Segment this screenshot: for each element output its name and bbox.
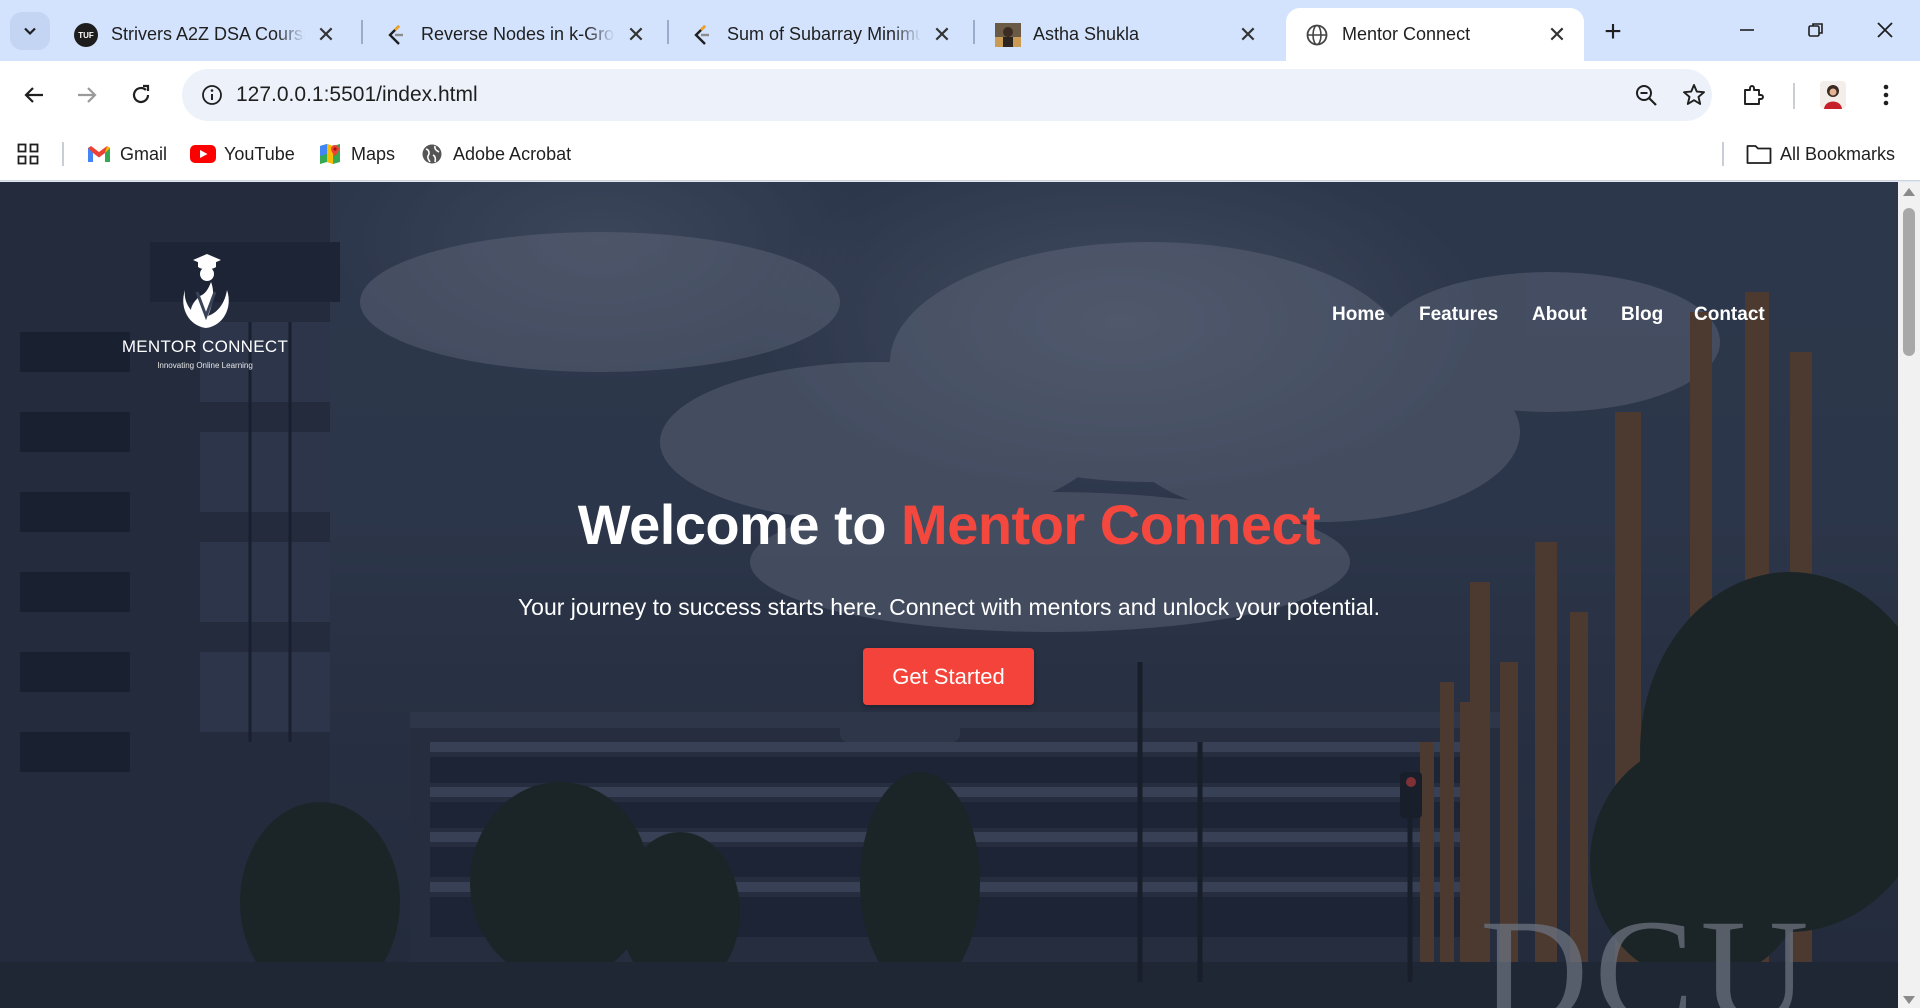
bookmarks-divider [62,142,64,166]
bookmark-maps[interactable]: Maps [317,138,395,170]
tab-divider [667,20,669,44]
scrollbar-thumb[interactable] [1903,208,1915,356]
get-started-button[interactable]: Get Started [863,648,1034,705]
bookmark-star-icon[interactable] [1676,77,1712,113]
leetcode-icon [689,22,715,48]
tab-divider [361,20,363,44]
tuf-icon: TUF [73,22,99,48]
bookmarks-divider [1722,142,1724,166]
close-icon[interactable]: ✕ [313,22,339,48]
close-icon[interactable]: ✕ [929,22,955,48]
site-info-icon[interactable] [194,77,230,113]
all-bookmarks-button[interactable]: All Bookmarks [1746,138,1895,170]
bookmark-label: YouTube [224,143,295,164]
bookmark-youtube[interactable]: YouTube [190,138,295,170]
tab-divider [973,20,975,44]
globe-icon [419,141,445,167]
forward-button[interactable] [65,73,109,117]
restore-button[interactable] [1783,8,1849,52]
logo-tagline: Innovating Online Learning [157,361,253,370]
maps-icon [317,141,343,167]
nav-contact[interactable]: Contact [1694,300,1765,330]
bookmark-label: Gmail [120,143,168,164]
address-bar[interactable]: 127.0.0.1:5501/index.html [182,69,1712,121]
tab-astha-shukla[interactable]: Astha Shukla ✕ [977,8,1275,61]
folder-icon [1746,141,1772,167]
graduate-logo-icon [183,254,229,328]
logo-name: MENTOR CONNECT [121,337,289,356]
tab-sum-subarray[interactable]: Sum of Subarray Minimu ✕ [671,8,969,61]
apps-grid-icon [17,143,39,165]
tab-strip: TUF Strivers A2Z DSA Course/ ✕ Reverse N… [0,0,1920,61]
zoom-icon[interactable] [1628,77,1664,113]
profile-avatar[interactable] [1811,73,1855,117]
back-button[interactable] [12,73,56,117]
close-icon [1877,22,1893,38]
avatar-icon [1820,81,1846,109]
close-icon[interactable]: ✕ [623,22,649,48]
nav-about[interactable]: About [1532,300,1587,330]
reload-button[interactable] [119,73,163,117]
tab-search-button[interactable] [10,12,50,50]
hero-subtitle: Your journey to success starts here. Con… [517,594,1381,620]
arrow-left-icon [24,87,43,103]
restore-icon [1808,23,1823,37]
tab-mentor-connect[interactable]: Mentor Connect ✕ [1286,8,1584,61]
nav-features[interactable]: Features [1419,300,1498,330]
more-vertical-icon [1883,84,1889,106]
minimize-icon [1740,29,1754,31]
page-scrollbar[interactable] [1898,182,1920,1008]
site-logo[interactable]: MENTOR CONNECT Innovating Online Learnin… [115,250,295,378]
toolbar-divider [1793,83,1795,109]
browser-toolbar: 127.0.0.1:5501/index.html [0,61,1920,128]
scroll-down-arrow-icon[interactable] [1903,996,1915,1004]
bookmark-label: Adobe Acrobat [453,143,572,164]
new-tab-button[interactable]: + [1595,14,1631,50]
gmail-icon [86,141,112,167]
page-viewport: DCU MENTOR CONNECT Innovating Online Lea… [0,182,1898,1008]
close-icon[interactable]: ✕ [1544,22,1570,48]
youtube-icon [190,141,216,167]
tab-title: Sum of Subarray Minimu [727,24,921,44]
scroll-up-arrow-icon[interactable] [1903,188,1915,196]
nav-blog[interactable]: Blog [1621,300,1663,330]
reload-icon [132,84,150,104]
bookmark-adobe-acrobat[interactable]: Adobe Acrobat [419,138,571,170]
minimize-button[interactable] [1714,8,1780,52]
apps-button[interactable] [17,138,39,170]
tab-title: Strivers A2Z DSA Course/ [111,24,305,44]
nav-home[interactable]: Home [1332,300,1385,330]
leetcode-icon [383,22,409,48]
tab-title: Reverse Nodes in k-Grou [421,24,615,44]
tab-title: Astha Shukla [1033,24,1140,44]
bookmark-gmail[interactable]: Gmail [86,138,167,170]
globe-icon [1304,22,1330,48]
hero-title-prefix: Welcome to [577,493,902,556]
arrow-right-icon [78,87,97,103]
hero-title-accent: Mentor Connect [901,493,1321,556]
browser-menu-button[interactable] [1864,73,1908,117]
tab-reverse-nodes[interactable]: Reverse Nodes in k-Grou ✕ [365,8,663,61]
svg-text:TUF: TUF [78,31,94,40]
bookmark-label: Maps [351,143,396,164]
tab-strivers[interactable]: TUF Strivers A2Z DSA Course/ ✕ [55,8,353,61]
hero-title: Welcome to Mentor Connect [0,492,1898,557]
extensions-button[interactable] [1731,73,1775,117]
tab-title: Mentor Connect [1342,24,1471,44]
chevron-down-icon [24,27,36,36]
close-icon[interactable]: ✕ [1235,22,1261,48]
all-bookmarks-label: All Bookmarks [1780,143,1896,164]
url-text[interactable]: 127.0.0.1:5501/index.html [236,83,478,107]
bookmarks-bar: Gmail YouTube Maps Adobe Acrobat All Boo… [0,128,1920,181]
profile-photo-icon [995,22,1021,48]
puzzle-icon [1744,85,1764,105]
window-close-button[interactable] [1852,8,1918,52]
